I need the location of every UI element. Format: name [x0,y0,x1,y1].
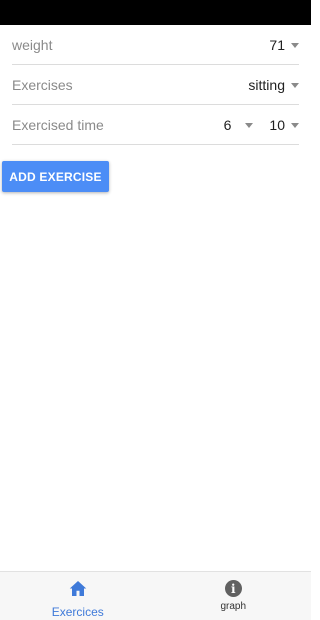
hours-value: 6 [223,116,232,133]
exercises-select[interactable]: sitting [248,77,299,93]
nav-label-exercices: Exercices [51,605,104,619]
weight-value: 71 [269,36,285,53]
exercises-label: Exercises [12,76,73,93]
weight-label: weight [12,36,53,53]
minutes-select[interactable]: 10 [269,117,299,133]
nav-item-graph[interactable]: i graph [156,572,312,620]
home-icon [69,580,87,602]
dropdown-arrow-icon [291,82,299,88]
exercised-time-label: Exercised time [12,116,104,133]
weight-row: weight 71 [12,25,299,65]
weight-select[interactable]: 71 [269,37,299,53]
minutes-value: 10 [269,116,285,133]
exercise-form: weight 71 Exercises sitting Exercised ti… [0,25,311,145]
exercises-row: Exercises sitting [12,65,299,105]
exercises-value: sitting [248,76,285,93]
nav-item-exercices[interactable]: Exercices [0,572,156,620]
hours-select[interactable]: 6 [224,117,254,133]
status-bar [0,0,311,25]
nav-label-graph: graph [220,601,247,612]
exercised-time-row: Exercised time 6 10 [12,105,299,145]
dropdown-arrow-icon [291,42,299,48]
info-icon: i [224,580,242,597]
dropdown-arrow-icon [245,122,254,128]
bottom-navigation: Exercices i graph [0,571,311,620]
dropdown-arrow-icon [291,122,299,128]
add-exercise-button[interactable]: ADD EXERCISE [2,161,109,192]
